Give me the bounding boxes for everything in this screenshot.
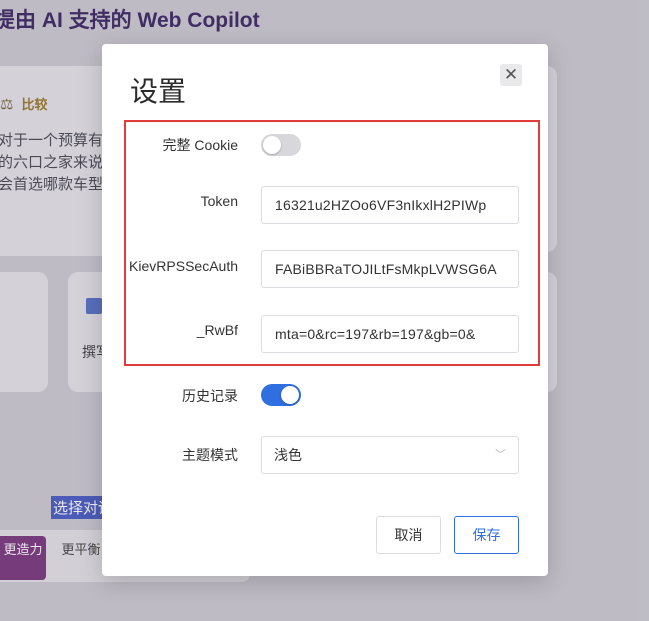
cookie-toggle[interactable] [261,134,301,156]
theme-select-value: 浅色 [274,447,302,463]
kiev-input[interactable]: FABiBBRaTOJILtFsMkpLVWSG6A [261,250,519,288]
settings-dialog: 设置 ✕ 完整 Cookie Token 16321u2HZOo6VF3nIkx… [102,44,548,576]
toggle-knob [263,136,281,154]
token-input[interactable]: 16321u2HZOo6VF3nIkxlH2PIWp [261,186,519,224]
chevron-down-icon: ﹀ [495,449,506,461]
rwbf-input[interactable]: mta=0&rc=197&rb=197&gb=0& [261,315,519,353]
toggle-knob [281,386,299,404]
close-button[interactable]: ✕ [500,64,522,86]
token-label: Token [200,193,238,209]
cookie-label: 完整 Cookie [162,137,238,153]
history-toggle[interactable] [261,384,301,406]
kiev-label: KievRPSSecAuth [129,258,238,274]
history-label: 历史记录 [182,388,238,404]
close-icon: ✕ [503,65,519,84]
rwbf-label: _RwBf [196,322,238,338]
theme-label: 主题模式 [182,447,238,463]
cancel-button[interactable]: 取消 [376,516,441,554]
dialog-title: 设置 [130,76,187,107]
save-button[interactable]: 保存 [454,516,519,554]
theme-select[interactable]: 浅色 ﹀ [261,436,519,474]
